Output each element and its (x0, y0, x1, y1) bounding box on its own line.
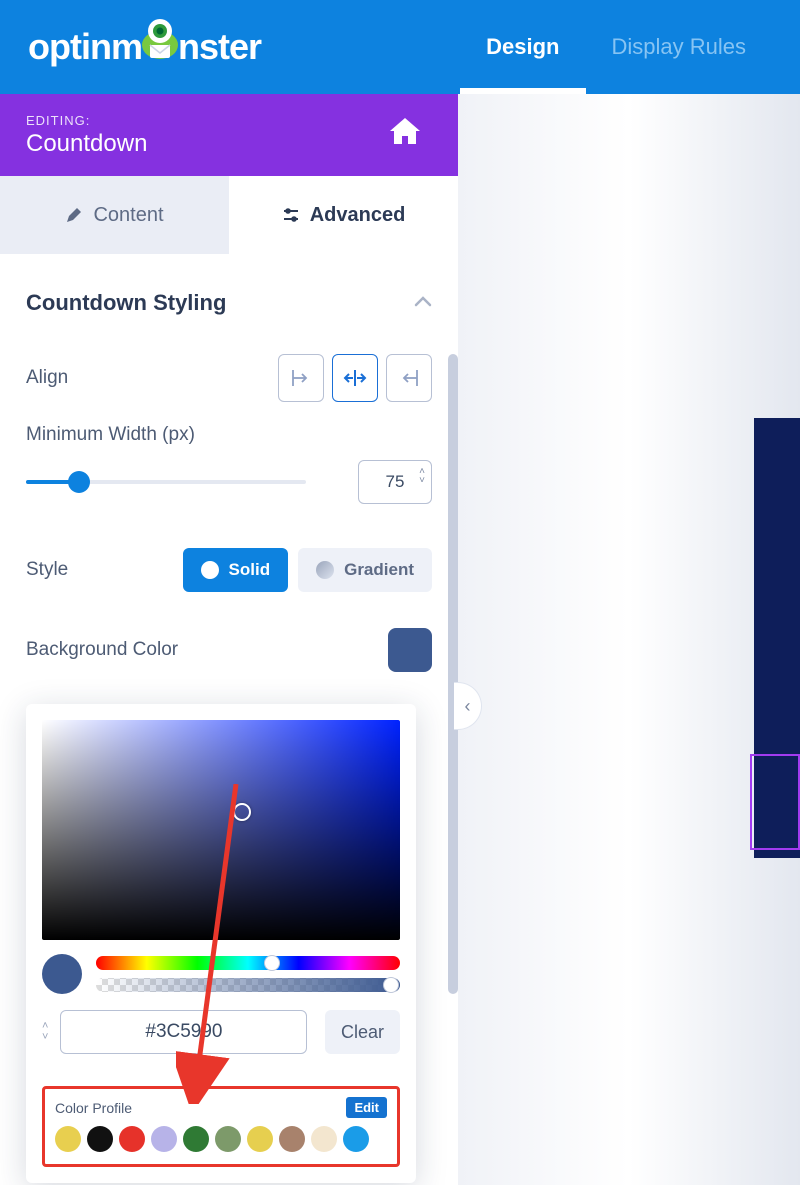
profile-swatch-1[interactable] (87, 1126, 113, 1152)
align-right-button[interactable] (386, 354, 432, 402)
profile-swatch-6[interactable] (247, 1126, 273, 1152)
editing-title: Countdown (26, 130, 147, 158)
alpha-thumb[interactable] (383, 977, 399, 993)
style-label: Style (26, 559, 68, 581)
align-label: Align (26, 367, 68, 389)
field-align: Align (26, 342, 432, 414)
settings-sidebar: EDITING: Countdown Content (0, 94, 458, 1185)
chevron-up-icon (414, 294, 432, 312)
style-gradient-button[interactable]: Gradient (298, 548, 432, 592)
current-color-swatch (42, 954, 82, 994)
color-profile-box: Color Profile Edit (42, 1086, 400, 1167)
min-width-label: Minimum Width (px) (26, 424, 195, 445)
collapse-sidebar-button[interactable]: ‹ (454, 682, 482, 730)
tab-advanced-label: Advanced (310, 204, 406, 227)
side-tabs: Content Advanced (0, 176, 458, 254)
home-icon[interactable] (388, 116, 422, 151)
gradient-dot-icon (316, 561, 334, 579)
color-profile-swatches (55, 1126, 387, 1152)
editing-bar: EDITING: Countdown (0, 94, 458, 176)
hue-thumb[interactable] (264, 955, 280, 971)
bg-color-label: Background Color (26, 639, 178, 661)
profile-swatch-2[interactable] (119, 1126, 145, 1152)
profile-swatch-7[interactable] (279, 1126, 305, 1152)
profile-swatch-3[interactable] (151, 1126, 177, 1152)
min-width-input[interactable]: 75 ˄˅ (358, 460, 432, 504)
field-min-width: Minimum Width (px) 75 ˄˅ (26, 414, 432, 516)
logo-text-left: optinm (28, 26, 142, 68)
section-header[interactable]: Countdown Styling (26, 272, 432, 342)
solid-dot-icon (201, 561, 219, 579)
logo-mascot-icon (136, 15, 184, 63)
style-solid-label: Solid (229, 560, 271, 580)
profile-swatch-8[interactable] (311, 1126, 337, 1152)
min-width-slider[interactable] (26, 480, 306, 484)
hex-mode-stepper[interactable]: ˄˅ (42, 1022, 48, 1042)
style-solid-button[interactable]: Solid (183, 548, 289, 592)
tab-content-label: Content (93, 204, 163, 227)
hue-slider[interactable] (96, 956, 400, 970)
pencil-icon (65, 206, 83, 224)
section-title: Countdown Styling (26, 290, 226, 316)
hex-input[interactable] (60, 1010, 307, 1054)
profile-swatch-4[interactable] (183, 1126, 209, 1152)
saturation-cursor[interactable] (233, 803, 251, 821)
logo: optinm nster (28, 23, 261, 71)
logo-text-right: nster (178, 26, 261, 68)
min-width-value: 75 (386, 472, 405, 492)
field-bg-color: Background Color (26, 616, 432, 684)
profile-swatch-0[interactable] (55, 1126, 81, 1152)
field-style: Style Solid Gradient (26, 536, 432, 604)
saturation-area[interactable] (42, 720, 400, 940)
profile-swatch-9[interactable] (343, 1126, 369, 1152)
app-header: optinm nster Design Display Rules (0, 0, 800, 94)
color-profile-edit-button[interactable]: Edit (346, 1097, 387, 1118)
tab-advanced[interactable]: Advanced (229, 176, 458, 254)
color-profile-title: Color Profile (55, 1100, 132, 1116)
align-center-button[interactable] (332, 354, 378, 402)
preview-selection-outline (750, 754, 800, 850)
bg-color-swatch[interactable] (388, 628, 432, 672)
tab-display-rules[interactable]: Display Rules (586, 0, 773, 94)
tab-design[interactable]: Design (460, 0, 585, 94)
top-nav: Design Display Rules (460, 0, 772, 94)
slider-thumb[interactable] (68, 471, 90, 493)
profile-swatch-5[interactable] (215, 1126, 241, 1152)
style-gradient-label: Gradient (344, 560, 414, 580)
number-stepper-icon[interactable]: ˄˅ (419, 467, 425, 485)
alpha-slider[interactable] (96, 978, 400, 992)
tab-content[interactable]: Content (0, 176, 229, 254)
sidebar-scrollbar[interactable] (448, 354, 458, 994)
clear-button[interactable]: Clear (325, 1010, 400, 1054)
color-picker-popover: ˄˅ Clear HEX Color Profile Edit (26, 704, 416, 1183)
panel-body: Countdown Styling Align (0, 254, 458, 1183)
editing-label: EDITING: (26, 113, 147, 128)
sliders-icon (282, 206, 300, 224)
canvas-area: ‹ (458, 94, 800, 1185)
align-left-button[interactable] (278, 354, 324, 402)
hex-mode-label: HEX (88, 1058, 298, 1072)
